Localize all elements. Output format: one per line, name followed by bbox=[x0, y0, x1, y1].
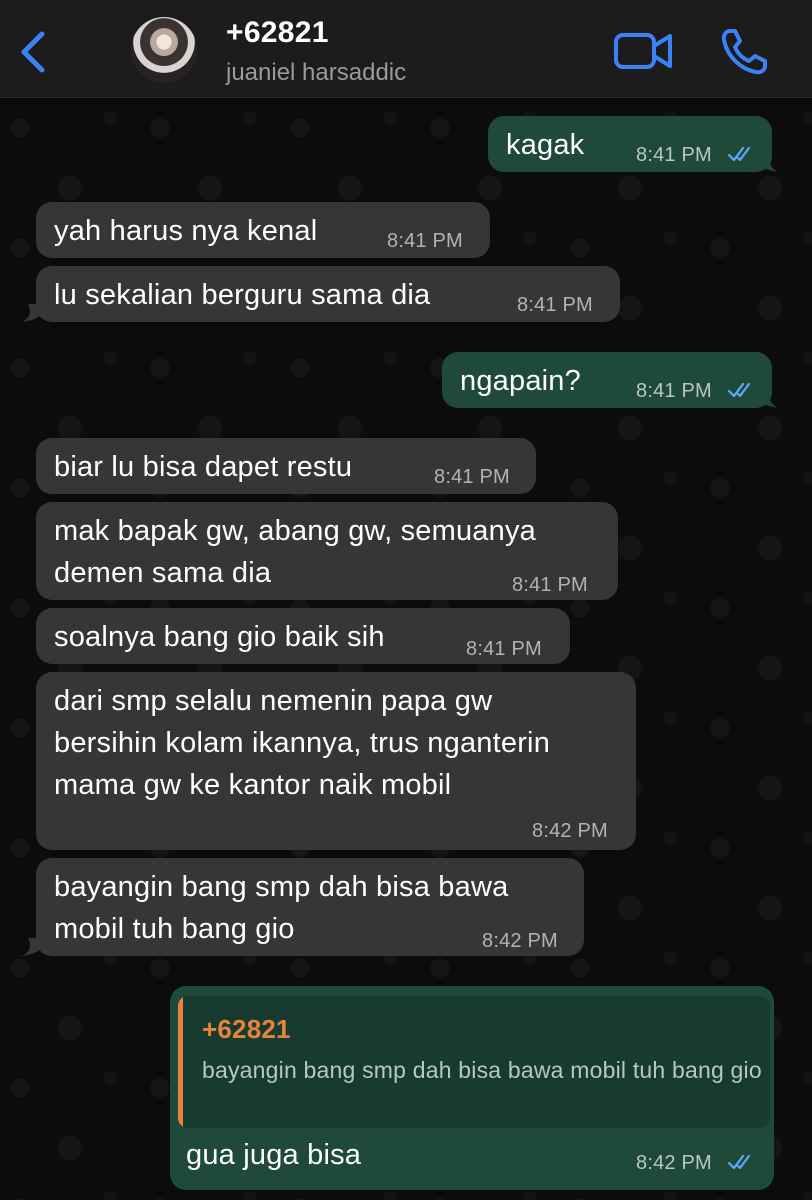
message-outgoing[interactable]: ngapain? 8:41 PM bbox=[442, 352, 778, 408]
quote-accent-bar bbox=[178, 996, 183, 1128]
read-ticks-icon bbox=[728, 1154, 751, 1170]
message-text: lu sekalian berguru sama dia bbox=[54, 279, 431, 311]
back-button[interactable] bbox=[14, 28, 54, 76]
phone-icon bbox=[721, 29, 767, 75]
message-text: mak bapak gw, abang gw, semuanya demen s… bbox=[54, 515, 536, 589]
read-ticks-icon bbox=[728, 146, 751, 162]
message-time: 8:41 PM bbox=[636, 380, 712, 402]
chevron-left-icon bbox=[21, 31, 45, 73]
bubble-tail bbox=[758, 390, 778, 408]
quoted-sender: +62821 bbox=[202, 1014, 291, 1044]
message-time: 8:41 PM bbox=[517, 294, 593, 316]
message-time: 8:41 PM bbox=[387, 230, 463, 252]
chat-header: +62821 juaniel harsaddic bbox=[0, 0, 812, 98]
video-camera-icon bbox=[614, 33, 672, 69]
message-text: bayangin bang smp dah bisa bawa mobil tu… bbox=[54, 871, 509, 945]
message-incoming[interactable]: mak bapak gw, abang gw, semuanya demen s… bbox=[36, 502, 618, 600]
bubble-tail bbox=[758, 154, 778, 172]
voice-call-button[interactable] bbox=[718, 26, 770, 78]
quoted-message[interactable]: +62821 bayangin bang smp dah bisa bawa m… bbox=[178, 996, 770, 1128]
video-call-button[interactable] bbox=[612, 28, 676, 74]
message-incoming[interactable]: yah harus nya kenal 8:41 PM bbox=[36, 202, 490, 258]
message-time: 8:42 PM bbox=[532, 820, 608, 842]
quoted-text: bayangin bang smp dah bisa bawa mobil tu… bbox=[202, 1057, 762, 1083]
message-time: 8:41 PM bbox=[466, 638, 542, 660]
message-text: kagak bbox=[506, 129, 585, 161]
message-time: 8:41 PM bbox=[512, 574, 588, 596]
bubble-tail bbox=[22, 304, 42, 322]
message-text: yah harus nya kenal bbox=[54, 215, 318, 247]
message-time: 8:42 PM bbox=[482, 930, 558, 952]
message-incoming[interactable]: bayangin bang smp dah bisa bawa mobil tu… bbox=[22, 858, 584, 956]
contact-subtitle[interactable]: juaniel harsaddic bbox=[226, 59, 406, 87]
message-time: 8:41 PM bbox=[434, 466, 510, 488]
message-text: dari smp selalu nemenin papa gw bersihin… bbox=[54, 685, 551, 801]
message-list[interactable]: kagak 8:41 PM yah harus nya kenal 8:41 P… bbox=[0, 98, 812, 1200]
message-text: gua juga bisa bbox=[186, 1139, 362, 1171]
contact-name[interactable]: +62821 bbox=[226, 16, 329, 50]
message-outgoing-reply[interactable]: +62821 bayangin bang smp dah bisa bawa m… bbox=[170, 986, 774, 1190]
message-incoming[interactable]: soalnya bang gio baik sih 8:41 PM bbox=[36, 608, 570, 664]
message-time: 8:42 PM bbox=[636, 1152, 712, 1174]
bubble-tail bbox=[22, 938, 42, 956]
message-time: 8:41 PM bbox=[636, 144, 712, 166]
message-text: ngapain? bbox=[460, 365, 581, 397]
avatar[interactable] bbox=[131, 17, 197, 83]
message-text: soalnya bang gio baik sih bbox=[54, 621, 385, 653]
message-incoming[interactable]: lu sekalian berguru sama dia 8:41 PM bbox=[22, 266, 620, 322]
message-incoming[interactable]: biar lu bisa dapet restu 8:41 PM bbox=[36, 438, 536, 494]
message-text: biar lu bisa dapet restu bbox=[54, 451, 353, 483]
message-outgoing[interactable]: kagak 8:41 PM bbox=[488, 116, 778, 172]
read-ticks-icon bbox=[728, 382, 751, 398]
message-incoming[interactable]: dari smp selalu nemenin papa gw bersihin… bbox=[36, 672, 636, 850]
